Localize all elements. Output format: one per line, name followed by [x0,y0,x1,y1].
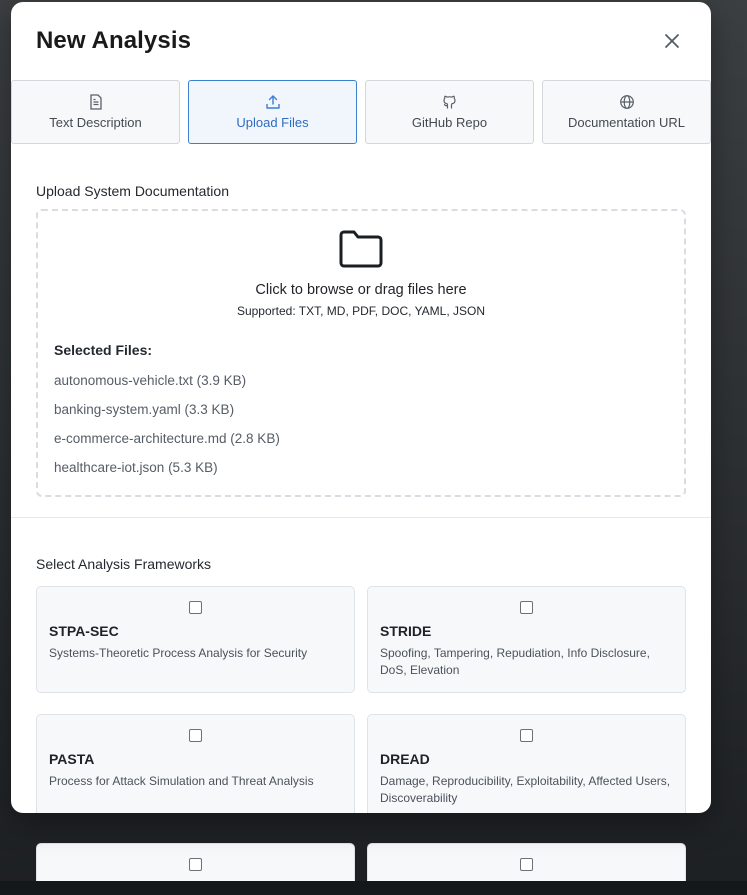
tab-label: Documentation URL [567,115,686,130]
framework-card-stpa-sec[interactable]: STPA-SEC Systems-Theoretic Process Analy… [36,586,355,693]
framework-card-dread[interactable]: DREAD Damage, Reproducibility, Exploitab… [367,714,686,813]
globe-icon [619,94,635,110]
selected-file-item: banking-system.yaml (3.3 KB) [54,402,235,417]
github-icon [442,94,458,110]
tab-documentation-url[interactable]: Documentation URL [542,80,711,144]
tab-label: Upload Files [236,115,309,130]
modal-header: New Analysis [11,2,711,80]
framework-checkbox[interactable] [520,601,533,614]
close-button[interactable] [661,30,683,52]
selected-file-item: healthcare-iot.json (5.3 KB) [54,460,218,475]
tab-label: Text Description [49,115,142,130]
framework-card-pasta[interactable]: PASTA Process for Attack Simulation and … [36,714,355,813]
framework-grid-overflow [36,843,686,893]
selected-files-title: Selected Files: [54,342,153,358]
framework-grid: STPA-SEC Systems-Theoretic Process Analy… [36,586,686,813]
frameworks-section: Select Analysis Frameworks STPA-SEC Syst… [11,518,711,813]
framework-description: Spoofing, Tampering, Repudiation, Info D… [380,646,650,677]
framework-name: PASTA [49,751,95,767]
dropzone-instruction: Click to browse or drag files here [255,282,467,298]
modal-title: New Analysis [36,27,192,54]
folder-icon [339,230,383,268]
framework-checkbox[interactable] [189,601,202,614]
framework-checkbox[interactable] [520,858,533,871]
tab-text-description[interactable]: Text Description [11,80,180,144]
framework-checkbox[interactable] [520,729,533,742]
tab-github-repo[interactable]: GitHub Repo [365,80,534,144]
upload-section: Upload System Documentation Click to bro… [11,145,711,497]
bottom-strip [0,881,747,895]
tab-upload-files[interactable]: Upload Files [188,80,357,144]
framework-name: STPA-SEC [49,623,119,639]
input-method-tabs: Text Description Upload Files GitHub Rep… [11,80,711,145]
supported-formats: Supported: TXT, MD, PDF, DOC, YAML, JSON [236,304,486,318]
file-dropzone[interactable]: Click to browse or drag files here Suppo… [36,209,686,497]
framework-name: STRIDE [380,623,432,639]
framework-description: Systems-Theoretic Process Analysis for S… [49,646,308,660]
framework-description: Damage, Reproducibility, Exploitability,… [380,774,671,805]
new-analysis-modal: New Analysis Text Description Upload Fil… [11,2,711,813]
close-icon [665,34,679,48]
framework-checkbox[interactable] [189,858,202,871]
document-icon [88,94,104,110]
frameworks-section-label: Select Analysis Frameworks [36,556,212,572]
framework-description: Process for Attack Simulation and Threat… [49,774,314,788]
framework-card-stride[interactable]: STRIDE Spoofing, Tampering, Repudiation,… [367,586,686,693]
upload-icon [265,94,281,110]
selected-file-item: e-commerce-architecture.md (2.8 KB) [54,431,280,446]
selected-file-item: autonomous-vehicle.txt (3.9 KB) [54,373,247,388]
framework-name: DREAD [380,751,430,767]
framework-checkbox[interactable] [189,729,202,742]
tab-label: GitHub Repo [411,115,488,130]
upload-section-label: Upload System Documentation [36,183,229,199]
